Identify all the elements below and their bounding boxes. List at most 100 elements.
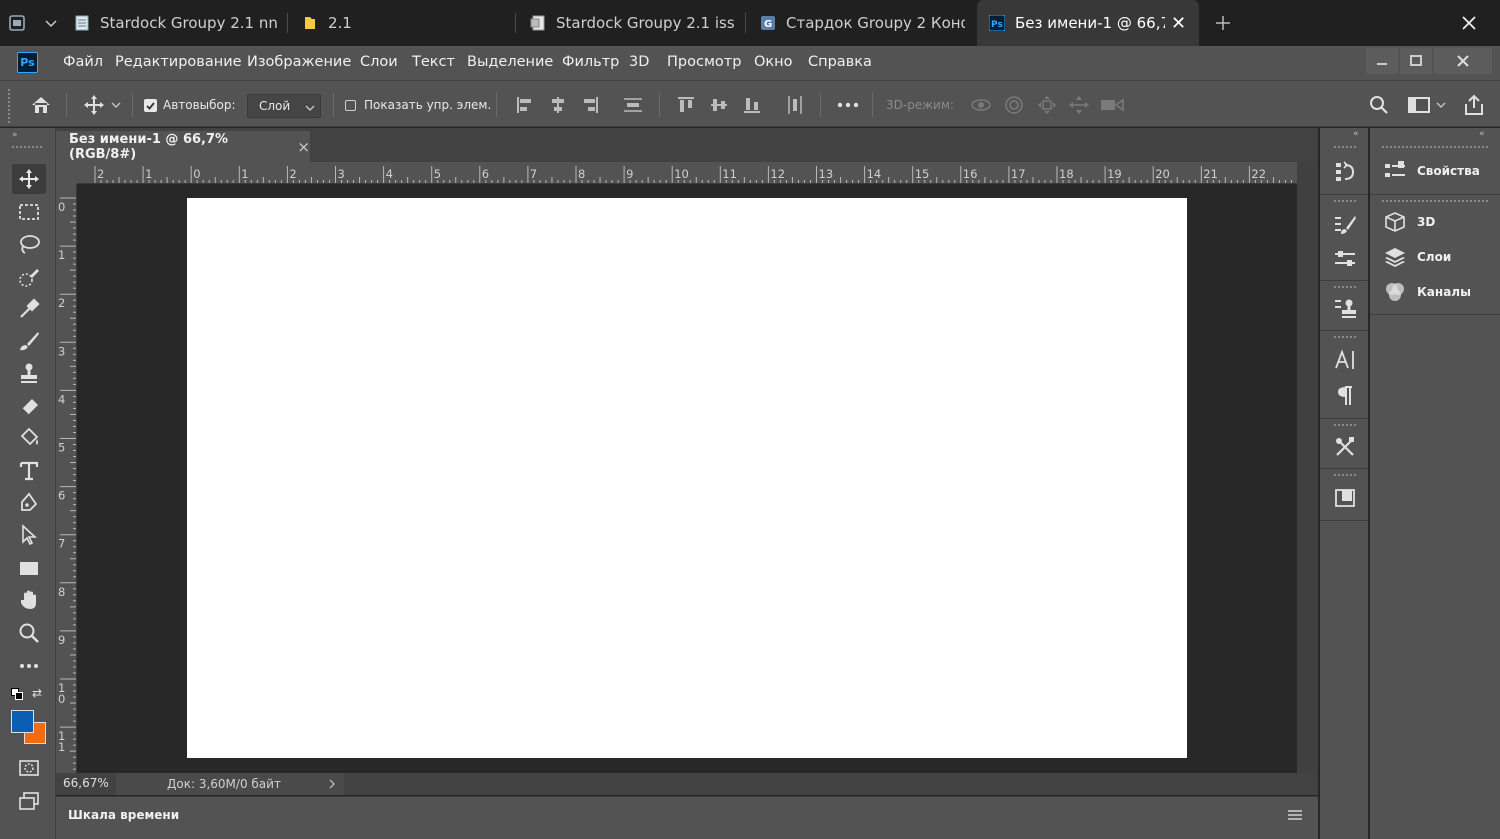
marquee-tool[interactable] — [12, 197, 46, 227]
layer-select-dropdown[interactable]: Слой — [247, 94, 321, 118]
menu-type[interactable]: Текст — [412, 54, 455, 70]
menu-layers[interactable]: Слои — [360, 54, 398, 70]
distribute-horizontal-button[interactable] — [783, 94, 807, 116]
foreground-color-swatch[interactable] — [11, 710, 34, 733]
lasso-tool[interactable] — [12, 229, 46, 259]
libraries-button[interactable] — [1331, 484, 1359, 512]
paint-bucket-tool[interactable] — [12, 423, 46, 453]
ruler-label: 18 — [1059, 167, 1074, 181]
align-bottom-icon — [744, 98, 760, 113]
menu-view[interactable]: Просмотр — [667, 54, 741, 70]
collapse-toolbar-icon[interactable]: » — [12, 130, 18, 140]
menu-select[interactable]: Выделение — [467, 54, 553, 70]
new-tab-button[interactable] — [1210, 10, 1236, 36]
menu-file[interactable]: Файл — [63, 54, 103, 70]
align-vcenter-button[interactable] — [707, 94, 731, 116]
menu-filter[interactable]: Фильтр — [562, 54, 619, 70]
share-button[interactable] — [1461, 92, 1487, 118]
move-tool[interactable] — [12, 164, 46, 194]
minimize-button[interactable] — [1366, 48, 1398, 74]
horizontal-ruler[interactable]: 210123456789101112131415161718192021222 — [77, 162, 1297, 184]
panel-menu-icon[interactable] — [1288, 809, 1302, 821]
distribute-vertical-button[interactable] — [621, 94, 645, 116]
align-right-button[interactable] — [579, 94, 603, 116]
chevron-right-icon[interactable] — [328, 779, 336, 789]
ruler-label: 2 — [97, 167, 104, 181]
close-document-icon[interactable]: × — [297, 138, 310, 156]
3d-pan-button[interactable] — [1034, 94, 1060, 116]
vertical-scrollbar[interactable] — [1297, 162, 1318, 773]
zoom-tool[interactable] — [12, 618, 46, 648]
3d-orbit-button[interactable] — [968, 94, 994, 116]
edit-toolbar-button[interactable] — [12, 651, 46, 681]
path-selection-tool[interactable] — [12, 520, 46, 550]
align-bottom-button[interactable] — [740, 94, 764, 116]
ruler-origin[interactable] — [56, 162, 77, 184]
3d-scale-button[interactable] — [1099, 94, 1125, 116]
window-tab-1[interactable]: Stardock Groupy 2.1 nn... — [74, 0, 279, 46]
collapse-icons-panel[interactable]: « — [1353, 129, 1359, 139]
window-tab-4[interactable]: G Стардок Groupy 2 Конф... — [760, 0, 965, 46]
properties-panel-button[interactable]: Свойства — [1384, 160, 1480, 182]
align-left-button[interactable] — [512, 94, 536, 116]
menu-image[interactable]: Изображение — [247, 54, 351, 70]
close-tab-icon[interactable]: ✕ — [1171, 13, 1186, 34]
tool-presets-button[interactable] — [1331, 433, 1359, 461]
more-options-button[interactable] — [834, 94, 862, 116]
menu-3d[interactable]: 3D — [629, 54, 649, 70]
menu-help[interactable]: Справка — [808, 54, 872, 70]
brush-settings-button[interactable] — [1331, 211, 1359, 239]
channels-panel-button[interactable]: Каналы — [1384, 281, 1471, 303]
window-tab-5-active[interactable]: Ps Без имени-1 @ 66,7... ✕ — [977, 0, 1199, 46]
default-colors-icon[interactable] — [11, 688, 23, 700]
app-close-button[interactable] — [1434, 48, 1492, 74]
paragraph-panel-button[interactable] — [1331, 382, 1359, 410]
zoom-level[interactable]: 66,67% — [63, 776, 109, 790]
home-button[interactable] — [28, 92, 54, 118]
brush-tool[interactable] — [12, 326, 46, 356]
3d-slide-button[interactable] — [1066, 94, 1092, 116]
pen-tool[interactable] — [12, 488, 46, 518]
show-controls-checkbox[interactable] — [345, 100, 356, 111]
menu-window[interactable]: Окно — [754, 54, 793, 70]
more-horizontal-icon — [20, 664, 38, 668]
align-hcenter-button[interactable] — [546, 94, 570, 116]
window-close-button[interactable] — [1454, 10, 1484, 36]
history-panel-button[interactable] — [1331, 158, 1359, 186]
collapse-panels-icon[interactable]: « — [1479, 129, 1485, 139]
type-tool[interactable] — [12, 456, 46, 486]
adjustments-button[interactable] — [1331, 245, 1359, 273]
workspace-button[interactable] — [1403, 93, 1451, 117]
eyedropper-tool[interactable] — [12, 294, 46, 324]
tab-actions-button[interactable] — [8, 12, 58, 34]
hand-icon — [21, 590, 36, 609]
layers-panel-button[interactable]: Слои — [1384, 246, 1451, 268]
autoselect-checkbox[interactable] — [144, 99, 157, 112]
restore-button[interactable] — [1400, 48, 1432, 74]
doc-info-area[interactable]: Док: 3,60M/0 байт — [116, 773, 344, 795]
screen-mode-button[interactable] — [12, 786, 46, 816]
quick-mask-button[interactable] — [12, 753, 46, 783]
window-tab-2[interactable]: 2.1 — [302, 0, 502, 46]
eraser-tool[interactable] — [12, 391, 46, 421]
3d-panel-button[interactable]: 3D — [1384, 211, 1435, 233]
timeline-title[interactable]: Шкала времени — [68, 808, 179, 822]
swap-colors-icon[interactable]: ⇄ — [32, 686, 42, 700]
3d-roll-button[interactable] — [1001, 94, 1027, 116]
clone-stamp-tool[interactable] — [12, 358, 46, 388]
character-panel-button[interactable] — [1331, 346, 1359, 374]
search-button[interactable] — [1367, 93, 1391, 117]
video-camera-icon — [1101, 98, 1124, 112]
quick-selection-tool[interactable] — [12, 262, 46, 292]
vertical-ruler[interactable]: 01234567891011 — [56, 184, 77, 773]
panel-grip — [1334, 474, 1356, 476]
hand-tool[interactable] — [12, 585, 46, 615]
clone-source-button[interactable] — [1331, 294, 1359, 322]
move-tool-preset-button[interactable] — [78, 92, 126, 118]
align-top-button[interactable] — [674, 94, 698, 116]
document-canvas[interactable] — [187, 198, 1187, 758]
document-tab[interactable]: Без имени-1 @ 66,7% (RGB/8#) × — [56, 131, 310, 162]
window-tab-3[interactable]: Stardock Groupy 2.1 iss ... — [530, 0, 735, 46]
menu-edit[interactable]: Редактирование — [115, 54, 242, 70]
rectangle-tool[interactable] — [12, 553, 46, 583]
